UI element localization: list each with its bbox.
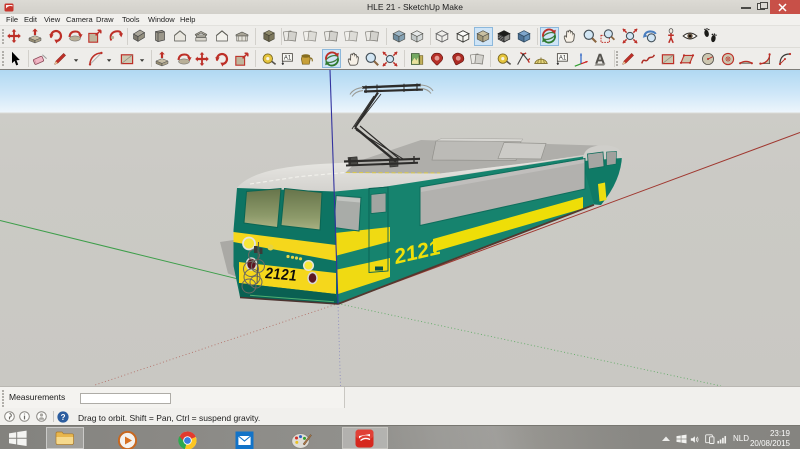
svg-text:?: ? xyxy=(61,413,66,422)
svg-text:A1: A1 xyxy=(559,55,567,61)
svg-text:A1: A1 xyxy=(284,55,292,61)
svg-text:2121: 2121 xyxy=(264,265,299,285)
